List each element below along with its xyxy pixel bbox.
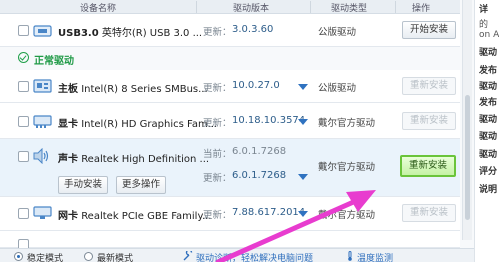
scrollbar-thumb[interactable] [465, 95, 470, 220]
version-dropdown-icon[interactable] [298, 174, 308, 180]
table-row: USB3.0 英特尔(R) USB 3.0 ... 更新： 3.0.3.60 公… [0, 14, 460, 47]
header-divider [310, 1, 311, 13]
side-text: 驱动 [479, 132, 498, 142]
side-text: 驱动 [479, 115, 498, 125]
driver-manager-window: 设备名称 驱动版本 驱动类型 操作 USB3.0 英特尔(R) USB 3.0 … [0, 0, 499, 262]
driver-type: 戴尔官方驱动 [318, 162, 376, 173]
side-text: 驱动 [479, 82, 498, 92]
reinstall-button-highlighted[interactable]: 重新安装 [400, 155, 456, 177]
start-install-button[interactable]: 开始安装 [402, 21, 456, 39]
version-dropdown-icon[interactable] [298, 211, 308, 217]
header-divider [395, 1, 396, 13]
header-divider [196, 1, 197, 13]
current-label: 当前： [203, 149, 232, 160]
side-text: 发布 [479, 98, 498, 108]
driver-type: 戴尔官方驱动 [318, 210, 376, 221]
wrench-icon [183, 251, 193, 261]
update-label: 更新： [203, 27, 232, 38]
table-row: 主板 Intel(R) 8 Series SMBus... 更新： 10.0.2… [0, 70, 460, 103]
side-text: 评分 [479, 167, 498, 177]
update-version: 3.0.3.60 [232, 24, 274, 35]
table-row-selected: 声卡 Realtek High Definition ... 当前： 6.0.1… [0, 139, 460, 197]
header-device: 设备名称 [80, 4, 117, 14]
update-version: 10.0.27.0 [232, 80, 280, 91]
manual-install-button[interactable]: 手动安装 [58, 176, 108, 194]
header-action: 操作 [412, 4, 431, 14]
bottom-bar: 稳定模式 最新模式 驱动诊断，轻松解决电脑问题 温度监测 [0, 248, 474, 262]
current-version: 6.0.1.7268 [232, 146, 287, 157]
latest-mode-radio[interactable] [84, 252, 93, 261]
graphics-card-icon [33, 115, 52, 128]
reinstall-button[interactable]: 重新安装 [402, 204, 456, 222]
update-label: 更新： [203, 210, 232, 221]
header-version: 驱动版本 [233, 4, 270, 14]
side-text: 的 [479, 20, 489, 30]
driver-type: 公版驱动 [318, 83, 357, 94]
device-name: 声卡 Realtek High Definition ... [58, 154, 210, 165]
driver-type: 戴尔官方驱动 [318, 118, 376, 129]
device-name: 网卡 Realtek PCIe GBE Family... [58, 211, 212, 222]
side-text: 说明 [479, 185, 498, 195]
row-checkbox[interactable] [18, 81, 29, 92]
side-text: 驱动 [479, 150, 498, 160]
table-row: 显卡 Intel(R) HD Graphics Fam... 更新： 10.18… [0, 103, 460, 139]
side-text: 驱动 [479, 48, 498, 58]
usb-icon [33, 25, 52, 37]
detail-side-panel: 详 的 on A 驱动 发布 驱动 发布 驱动 驱动 驱动 评分 说明 [474, 0, 499, 262]
side-text: on A [479, 30, 499, 40]
device-name: 显卡 Intel(R) HD Graphics Fam... [58, 119, 218, 130]
device-name: 主板 Intel(R) 8 Series SMBus... [58, 84, 208, 95]
table-header: 设备名称 驱动版本 驱动类型 操作 [0, 0, 460, 14]
update-version: 10.18.10.3574 [232, 115, 306, 126]
network-card-icon [33, 206, 52, 219]
header-type: 驱动类型 [331, 4, 368, 14]
update-label: 更新： [203, 173, 232, 184]
device-name: USB3.0 英特尔(R) USB 3.0 ... [58, 28, 203, 39]
version-dropdown-icon[interactable] [298, 84, 308, 90]
normal-drivers-section: 正常驱动 [0, 47, 460, 69]
reinstall-button[interactable]: 重新安装 [402, 77, 456, 95]
reinstall-button[interactable]: 重新安装 [402, 112, 456, 130]
table-row: 网卡 Realtek PCIe GBE Family... 更新： 7.88.6… [0, 197, 460, 231]
driver-diagnose-link[interactable]: 驱动诊断，轻松解决电脑问题 [196, 251, 313, 262]
stable-mode-label[interactable]: 稳定模式 [27, 251, 63, 262]
thermometer-icon [348, 251, 352, 261]
motherboard-icon [33, 79, 52, 93]
update-label: 更新： [203, 118, 232, 129]
latest-mode-label[interactable]: 最新模式 [97, 251, 133, 262]
temperature-monitor-link[interactable]: 温度监测 [357, 251, 393, 262]
side-text: 发布 [479, 66, 498, 76]
stable-mode-radio[interactable] [14, 252, 23, 261]
side-text: 详 [479, 5, 489, 15]
update-version: 7.88.617.2014 [232, 207, 306, 218]
update-version: 6.0.1.7268 [232, 170, 287, 181]
speaker-icon [33, 148, 49, 164]
row-checkbox[interactable] [18, 208, 29, 219]
update-label: 更新： [203, 83, 232, 94]
row-checkbox[interactable] [18, 25, 29, 36]
more-actions-button[interactable]: 更多操作 [116, 176, 166, 194]
row-checkbox[interactable] [18, 116, 29, 127]
driver-type: 公版驱动 [318, 27, 357, 38]
check-circle-icon [18, 52, 29, 63]
row-checkbox[interactable] [18, 151, 29, 162]
section-title: 正常驱动 [34, 56, 74, 67]
table-row-partial [0, 231, 460, 250]
version-dropdown-icon[interactable] [298, 119, 308, 125]
